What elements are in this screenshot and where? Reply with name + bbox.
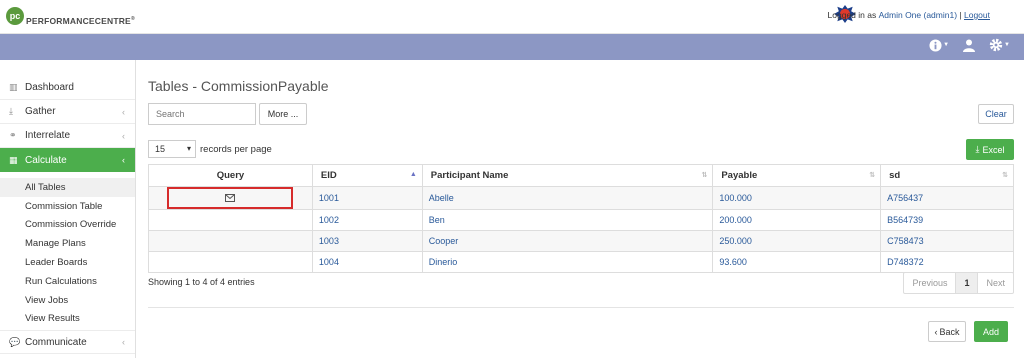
sd-cell[interactable]: C758473 xyxy=(880,230,1014,252)
chat-icon: 💬 xyxy=(9,336,21,347)
submenu-item-view-jobs[interactable]: View Jobs xyxy=(0,291,135,310)
page-button-current[interactable]: 1 xyxy=(956,273,979,293)
add-button[interactable]: Add xyxy=(974,321,1008,342)
sort-icon: ⇅ xyxy=(869,172,876,179)
payable-cell[interactable]: 93.600 xyxy=(712,251,882,273)
page-size-select[interactable]: 15 xyxy=(148,140,196,158)
query-envelope-button[interactable] xyxy=(167,187,294,209)
table-row: 1003 Cooper 250.000 C758473 xyxy=(148,230,1014,252)
submenu-item-run-calculations[interactable]: Run Calculations xyxy=(0,272,135,291)
user-link[interactable]: Admin One (admin1) xyxy=(879,10,957,20)
logo[interactable]: pc PERFORMANCECENTRE® xyxy=(6,6,135,26)
more-button[interactable]: More ... xyxy=(259,103,307,125)
table-row: 1002 Ben 200.000 B564739 xyxy=(148,209,1014,231)
download-icon: ⤓ xyxy=(9,106,13,116)
column-header-eid[interactable]: EID ▲ xyxy=(311,164,423,187)
sd-cell[interactable]: A756437 xyxy=(880,186,1014,210)
sidebar-item-interrelate[interactable]: ⚭ Interrelate ‹ xyxy=(0,124,135,148)
participant-name-cell[interactable]: Dinerio xyxy=(421,251,714,273)
chevron-left-icon: ‹ xyxy=(122,155,125,165)
eid-cell[interactable]: 1004 xyxy=(311,251,423,273)
calculate-submenu: All Tables Commission Table Commission O… xyxy=(0,172,135,330)
envelope-icon xyxy=(225,194,236,202)
sidebar-item-gather[interactable]: ⤓ Gather ‹ xyxy=(0,100,135,124)
eid-cell[interactable]: 1002 xyxy=(311,209,423,231)
table-row: 1004 Dinerio 93.600 D748372 xyxy=(148,251,1014,273)
login-separator: | xyxy=(959,10,962,20)
query-cell xyxy=(148,209,313,231)
search-input[interactable] xyxy=(148,103,256,125)
column-header-participant-name[interactable]: Participant Name ⇅ xyxy=(421,164,714,187)
chevron-left-icon: ‹ xyxy=(934,326,938,337)
login-prefix: Logged in as xyxy=(827,10,877,20)
sd-cell[interactable]: D748372 xyxy=(880,251,1014,273)
sidebar-item-calculate[interactable]: ▦ Calculate ‹ xyxy=(0,148,135,172)
payable-cell[interactable]: 100.000 xyxy=(712,186,882,210)
logo-text: PERFORMANCECENTRE xyxy=(26,16,131,26)
gear-icon[interactable]: ▼ xyxy=(989,38,1010,52)
participant-name-cell[interactable]: Ben xyxy=(421,209,714,231)
clear-button[interactable]: Clear xyxy=(978,104,1014,124)
sd-cell[interactable]: B564739 xyxy=(880,209,1014,231)
submenu-item-commission-override[interactable]: Commission Override xyxy=(0,216,135,235)
query-cell xyxy=(148,230,313,252)
sort-icon: ⇅ xyxy=(701,172,708,179)
login-status: Logged in as Admin One (admin1) | Logout xyxy=(828,10,990,20)
back-button[interactable]: ‹ Back xyxy=(928,321,966,342)
participant-name-cell[interactable]: Cooper xyxy=(421,230,714,252)
next-page-button[interactable]: Next xyxy=(978,273,1013,293)
sort-icon: ⇅ xyxy=(1002,172,1008,179)
column-header-sd[interactable]: sd ⇅ xyxy=(880,164,1014,187)
column-header-payable[interactable]: Payable ⇅ xyxy=(712,164,882,187)
records-per-page-label: records per page xyxy=(200,143,272,155)
link-icon: ⚭ xyxy=(9,130,17,140)
info-icon[interactable]: ▼ xyxy=(929,38,949,52)
sidebar-item-dashboard[interactable]: ▥ Dashboard xyxy=(0,76,135,100)
sidebar-item-communicate[interactable]: 💬 Communicate ‹ xyxy=(0,330,135,355)
submenu-item-commission-table[interactable]: Commission Table xyxy=(0,197,135,216)
top-bar: pc PERFORMANCECENTRE® Logged in as Admin… xyxy=(0,0,1024,34)
submenu-item-all-tables[interactable]: All Tables xyxy=(0,178,135,197)
table-info: Showing 1 to 4 of 4 entries xyxy=(148,277,255,287)
submenu-item-leader-boards[interactable]: Leader Boards xyxy=(0,253,135,272)
table-row: 1001 Abelle 100.000 A756437 xyxy=(148,186,1014,210)
sort-asc-icon: ▲ xyxy=(409,171,417,178)
pagination: Previous 1 Next xyxy=(903,272,1014,294)
data-table: Query EID ▲ Participant Name ⇅ Payable ⇅ sd… xyxy=(148,164,1014,273)
submenu-item-manage-plans[interactable]: Manage Plans xyxy=(0,234,135,253)
table-icon: ▦ xyxy=(9,154,18,165)
logo-registered: ® xyxy=(130,16,135,23)
submenu-item-view-results[interactable]: View Results xyxy=(0,310,135,329)
chevron-left-icon: ‹ xyxy=(122,106,125,117)
query-cell xyxy=(148,251,313,273)
eid-cell[interactable]: 1003 xyxy=(311,230,423,252)
payable-cell[interactable]: 250.000 xyxy=(712,230,882,252)
column-header-query: Query xyxy=(148,164,313,187)
query-cell xyxy=(148,186,313,210)
eid-cell[interactable]: 1001 xyxy=(311,186,423,210)
divider xyxy=(148,307,1014,308)
page-size-control: 15 records per page xyxy=(148,140,272,158)
sidebar: ▥ Dashboard ⤓ Gather ‹ ⚭ Interrelate ‹ ▦… xyxy=(0,60,136,358)
previous-page-button[interactable]: Previous xyxy=(904,273,957,293)
participant-name-cell[interactable]: Abelle xyxy=(421,186,714,210)
chevron-left-icon: ‹ xyxy=(122,130,125,141)
user-icon[interactable] xyxy=(963,38,976,52)
page-title: Tables - CommissionPayable xyxy=(148,78,329,94)
chevron-left-icon: ‹ xyxy=(122,337,125,348)
chart-icon: ▥ xyxy=(9,82,18,92)
download-icon: ⤓ xyxy=(975,144,980,154)
logo-mark: pc xyxy=(6,7,24,25)
excel-export-button[interactable]: ⤓ Excel xyxy=(966,139,1014,160)
logout-link[interactable]: Logout xyxy=(964,10,990,20)
payable-cell[interactable]: 200.000 xyxy=(712,209,882,231)
nav-bar: ▼ ▼ xyxy=(0,34,1024,60)
